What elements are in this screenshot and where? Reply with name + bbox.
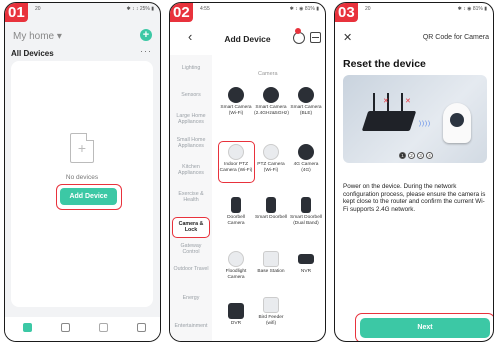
device-item[interactable]: Smart Camera (2.4GHz&5GHz) [254,87,289,116]
category-item[interactable]: Gateway Control [172,243,210,256]
notification-dot [295,28,301,34]
add-device-button[interactable]: Add Device [60,188,117,205]
camera-icon [298,144,314,160]
doorbell-icon [231,197,241,213]
camera-icon [298,87,314,103]
all-devices-tab[interactable]: All Devices [11,49,54,58]
devices-panel: + No devices Add Device [11,61,153,307]
bottom-tab-bar [5,317,160,341]
device-item[interactable]: 4G Camera (4G) [289,144,323,173]
device-item[interactable]: PTZ Camera (Wi-Fi) [254,144,288,173]
status-icons: ✱ ↕ ◉ 81% ▮ [289,6,319,12]
device-item[interactable]: Base Station [254,251,288,275]
router-antenna [401,93,403,113]
empty-state-text: No devices [65,174,99,181]
status-time: 20 [365,6,371,12]
category-item[interactable]: Kitchen Appliances [172,164,210,177]
status-icons: ✱ ↕ ◉ 81% ▮ [457,6,487,12]
status-time: 4:55 [200,6,210,12]
dvr-icon [228,303,244,319]
device-item[interactable]: DVR [219,303,253,327]
category-item[interactable]: Sensors [172,92,210,98]
highlight-box: Next [355,313,493,341]
section-heading: Reset the device [343,58,426,70]
pager-dot[interactable]: 4 [426,152,433,159]
category-item[interactable]: Lighting [172,65,210,71]
x-mark-icon: ✕ [383,98,389,105]
x-mark-icon: ✕ [405,98,411,105]
page-title: QR Code for Camera [422,34,489,41]
category-sidebar: Lighting Sensors Large Home Appliances S… [170,55,212,341]
device-item[interactable]: Doorbell Camera [219,197,253,226]
camera-icon [263,87,279,103]
empty-file-icon: + [70,133,94,163]
camera-icon [228,87,244,103]
add-icon[interactable]: + [140,29,152,41]
home-tab-icon[interactable] [23,323,32,332]
reset-guide-image: ✕ ✕ )))) 1234 [343,75,487,163]
profile-tab-icon[interactable] [137,323,146,332]
status-time: 20 [35,6,41,12]
section-title: Camera [258,71,278,77]
more-icon[interactable]: ··· [140,46,152,56]
router-illustration [361,111,417,131]
doorbell-icon [266,197,276,213]
signal-waves-icon: )))) [419,121,431,127]
category-item[interactable]: Energy [172,295,210,301]
mall-tab-icon[interactable] [99,323,108,332]
camera-illustration [443,103,471,143]
base-station-icon [263,251,279,267]
category-item[interactable]: Outdoor Travel [172,266,210,272]
phone-screen-add-device: 02 4:55 ✱ ↕ ◉ 81% ▮ ‹ Add Device Lightin… [169,2,326,342]
device-item-indoor-ptz-camera[interactable]: Indoor PTZ Camera (Wi-Fi) [219,144,253,173]
pager-dot[interactable]: 2 [408,152,415,159]
pager-dots: 1234 [399,152,435,163]
scan-icon[interactable] [310,32,321,43]
nvr-icon [298,254,314,264]
floodlight-icon [228,251,244,267]
step-badge: 02 [170,3,193,22]
step-badge: 01 [5,3,28,22]
ptz-camera-icon [228,144,244,160]
phone-screen-reset-device: 03 20 ✱ ↕ ◉ 81% ▮ ✕ QR Code for Camera R… [334,2,494,342]
device-item[interactable]: NVR [289,251,323,275]
router-antenna [373,93,375,113]
status-icons: ✱ ↕ ↕ 25% ▮ [126,6,154,12]
category-item[interactable]: Exercise & Health [172,191,210,204]
device-item[interactable]: Bird Feeder (wifi) [254,297,288,326]
category-item-camera-lock[interactable]: Camera & Lock [172,217,210,238]
category-item[interactable]: Entertainment [172,323,210,329]
category-item[interactable]: Large Home Appliances [172,113,210,126]
highlight-box: Add Device [56,184,122,210]
chevron-down-icon: ▾ [56,31,62,42]
doorbell-icon [301,197,311,213]
phone-screen-home: 01 20 ✱ ↕ ↕ 25% ▮ My home ▾ + All Device… [4,2,161,342]
pager-dot[interactable]: 1 [399,152,406,159]
device-item[interactable]: Smart Camera (Wi-Fi) [219,87,253,116]
pager-dot[interactable]: 3 [417,152,424,159]
next-button[interactable]: Next [360,318,490,338]
scene-tab-icon[interactable] [61,323,70,332]
device-item[interactable]: Smart Doorbell [254,197,288,221]
step-badge: 03 [335,3,358,22]
category-item[interactable]: Small Home Appliances [172,137,210,150]
home-label: My home [13,31,55,42]
close-icon[interactable]: ✕ [343,31,352,44]
instructions-text: Power on the device. During the network … [343,183,486,213]
device-item[interactable]: Floodlight Camera [219,251,253,280]
home-selector[interactable]: My home ▾ [13,31,62,42]
ptz-camera-icon [263,144,279,160]
device-item[interactable]: Smart Camera (BLE) [289,87,323,116]
device-item[interactable]: Smart Doorbell (Dual Band) [289,197,323,226]
bird-feeder-icon [263,297,279,313]
